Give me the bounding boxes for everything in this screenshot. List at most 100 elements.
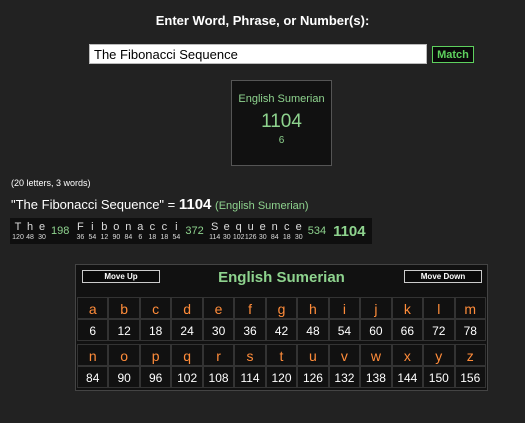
breakdown-letter-value: 18 (160, 233, 169, 241)
chart-value: 18 (139, 319, 172, 341)
phrase-text: "The Fibonacci Sequence" = (11, 197, 179, 212)
chart-value: 156 (454, 366, 486, 388)
breakdown-letter: n (271, 220, 278, 233)
chart-value: 120 (265, 366, 298, 388)
breakdown-letter-value: 30 (222, 233, 231, 241)
move-down-button[interactable]: Move Down (404, 270, 482, 283)
breakdown-letter-value: 30 (38, 233, 46, 241)
breakdown-letter-value: 48 (26, 233, 34, 241)
breakdown-letter-value: 102 (232, 233, 245, 241)
phrase-value: 1104 (178, 196, 212, 213)
row2-values: 84 90 96 102 108 114 120 126 132 138 144 150 156 (77, 366, 486, 388)
chart-letter: w (360, 344, 392, 366)
chart-value: 42 (265, 319, 298, 341)
chart-value: 66 (391, 319, 424, 341)
breakdown-letter-value: 30 (294, 233, 303, 241)
result-card[interactable]: English Sumerian 1104 6 (231, 80, 332, 166)
chart-letter: b (108, 297, 140, 319)
chart-value: 90 (108, 366, 140, 388)
phrase-input[interactable] (89, 44, 427, 64)
breakdown-letter-value: 114 (209, 233, 221, 241)
breakdown-letter: q (235, 220, 242, 233)
chart-value: 132 (328, 366, 361, 388)
chart-value: 114 (234, 366, 266, 388)
row1-values: 6 12 18 24 30 36 42 48 54 60 66 72 78 (77, 319, 486, 341)
breakdown-letter: h (26, 220, 34, 233)
breakdown-letter-value: 30 (258, 233, 267, 241)
phrase-cipher: (English Sumerian) (215, 200, 309, 212)
chart-value: 102 (171, 366, 203, 388)
chart-letter: c (139, 297, 172, 319)
chart-value: 36 (234, 319, 266, 341)
chart-value: 96 (139, 366, 172, 388)
breakdown-word: Th e 120 48 30 (12, 221, 48, 242)
chart-letter: g (265, 297, 298, 319)
chart-letter: x (391, 344, 424, 366)
breakdown-letter: F (76, 220, 84, 233)
breakdown-letter: a (137, 220, 144, 233)
chart-value: 72 (423, 319, 455, 341)
chart-value: 54 (328, 319, 361, 341)
cipher-chart: Move Up English Sumerian Move Down abcde… (75, 264, 488, 391)
letter-breakdown: Th e 120 48 30 198 Fi b o n a c c i 36 54 12 90 84 6 18 18 54 3… (10, 218, 372, 244)
breakdown-word: Fi b o n a c c i 36 54 12 90 84 6 18 18 54 (74, 221, 182, 242)
breakdown-letter-value: 12 (100, 233, 109, 241)
cipher-word-count: 6 (278, 135, 285, 146)
chart-value: 60 (360, 319, 392, 341)
breakdown-letter: c (149, 220, 156, 233)
letter-word-count: (20 letters, 3 words) (11, 178, 91, 188)
chart-letter: k (391, 297, 424, 319)
breakdown-letter-value: 36 (76, 233, 85, 241)
chart-letter: p (139, 344, 172, 366)
chart-letter: h (297, 297, 329, 319)
cipher-value: 1104 (261, 111, 302, 132)
word-sum: 534 (307, 225, 327, 237)
breakdown-letter: i (175, 220, 178, 233)
chart-value: 12 (108, 319, 140, 341)
chart-letter: i (328, 297, 361, 319)
chart-value: 144 (391, 366, 424, 388)
chart-letter: t (265, 344, 298, 366)
chart-letter: u (297, 344, 329, 366)
word-sum: 198 (51, 225, 70, 237)
chart-value: 24 (171, 319, 203, 341)
chart-letter: z (454, 344, 486, 366)
breakdown-letter: i (91, 220, 94, 233)
chart-letter: f (234, 297, 266, 319)
chart-value: 6 (77, 319, 109, 341)
breakdown-word: Se q u e n c e 114 30 102 126 30 84 18 30 (209, 221, 305, 242)
breakdown-letter: S (211, 220, 219, 233)
chart-value: 150 (423, 366, 455, 388)
breakdown-letter: e (38, 220, 46, 233)
chart-letter: m (454, 297, 486, 319)
breakdown-letter-value: 18 (282, 233, 291, 241)
chart-letter: e (202, 297, 235, 319)
breakdown-letter-value: 120 (12, 233, 24, 241)
chart-letter: o (108, 344, 140, 366)
chart-letter: j (360, 297, 392, 319)
chart-letter: s (234, 344, 266, 366)
chart-letter: a (77, 297, 109, 319)
row1-letters: abcdefghijklm (77, 297, 486, 319)
breakdown-letter: T (14, 220, 22, 233)
row2-letters: nopqrstuvwxyz (77, 344, 486, 366)
breakdown-letter: b (101, 220, 108, 233)
chart-letter: n (77, 344, 109, 366)
breakdown-letter-value: 54 (88, 233, 97, 241)
prompt-label: Enter Word, Phrase, or Number(s): (155, 13, 370, 28)
phrase-summary: "The Fibonacci Sequence" = 1104 (English… (11, 196, 309, 213)
chart-value: 84 (77, 366, 109, 388)
chart-letter: r (202, 344, 235, 366)
match-button[interactable]: Match (432, 46, 474, 63)
breakdown-letter: c (161, 220, 168, 233)
breakdown-letter-value: 126 (244, 233, 257, 241)
breakdown-letter: o (113, 220, 120, 233)
chart-value: 48 (297, 319, 329, 341)
word-sum: 372 (185, 225, 204, 237)
chart-letter: y (423, 344, 455, 366)
breakdown-total: 1104 (333, 222, 366, 240)
chart-letter: q (171, 344, 203, 366)
breakdown-letter-value: 84 (270, 233, 279, 241)
breakdown-letter-value: 90 (112, 233, 121, 241)
chart-letter: d (171, 297, 203, 319)
